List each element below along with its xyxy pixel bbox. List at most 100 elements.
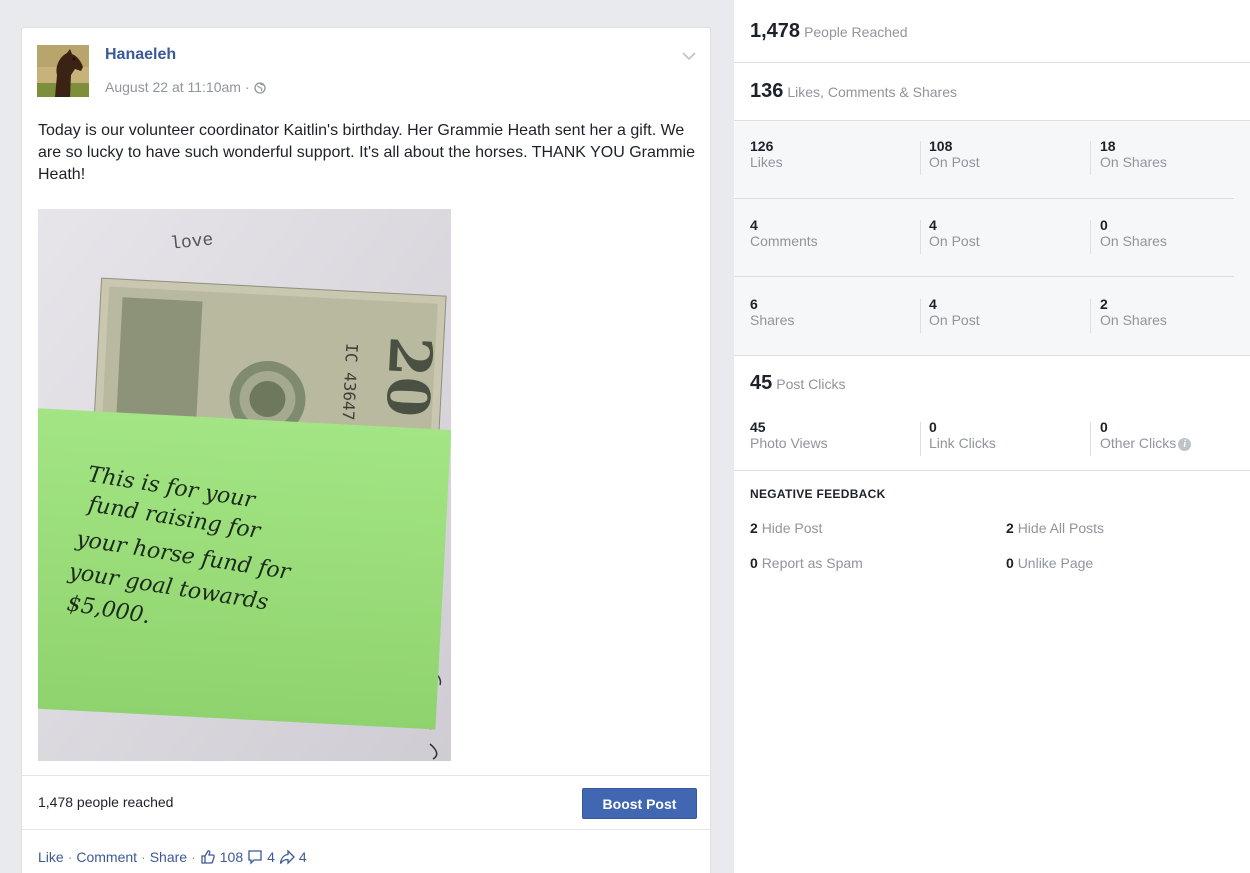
engagement-label: Likes, Comments & Shares (787, 84, 957, 100)
neg-label: Unlike Page (1017, 555, 1094, 571)
stat-number: 2 (1100, 296, 1108, 312)
stat-label: On Shares (1100, 154, 1167, 170)
column-separator (1090, 141, 1091, 175)
divider (734, 470, 1250, 471)
neg-hide-post: 2 Hide Post (750, 520, 822, 536)
neg-hide-all-posts: 2 Hide All Posts (1006, 520, 1104, 536)
stat-label: Photo Views (750, 435, 828, 451)
like-link[interactable]: Like (38, 849, 64, 865)
stat-shares-on-shares: 2 On Shares (1100, 296, 1167, 329)
neg-unlike-page: 0 Unlike Page (1006, 555, 1093, 571)
share-count[interactable]: 4 (299, 849, 307, 865)
stat-label: Other Clicks i (1100, 435, 1192, 452)
neg-number: 2 (1006, 520, 1014, 536)
info-icon[interactable]: i (1178, 437, 1192, 451)
column-separator (1090, 220, 1091, 254)
post-timestamp[interactable]: August 22 at 11:10am · (105, 79, 250, 95)
stat-likes: 126 Likes (750, 138, 783, 171)
stat-photo-views: 45 Photo Views (750, 419, 828, 452)
stat-likes-on-shares: 18 On Shares (1100, 138, 1167, 171)
stat-label: Likes (750, 154, 783, 170)
neg-label: Hide Post (761, 520, 823, 536)
stat-shares: 6 Shares (750, 296, 794, 329)
people-reached-label: People Reached (804, 24, 908, 40)
separator: · (191, 848, 196, 865)
stat-number: 4 (750, 217, 758, 233)
stat-label: On Shares (1100, 312, 1167, 328)
chevron-down-icon[interactable] (682, 48, 696, 61)
post-clicks-row: 45 Post Clicks (734, 372, 1250, 395)
column-separator (1090, 299, 1091, 333)
post-clicks-value: 45 (750, 372, 773, 394)
engagement-value: 136 (750, 80, 784, 102)
stat-number: 18 (1100, 138, 1116, 154)
comment-count[interactable]: 4 (267, 849, 275, 865)
column-separator (920, 299, 921, 333)
neg-number: 2 (750, 520, 758, 536)
post-actions: Like · Comment · Share · 108 4 4 (38, 848, 307, 865)
neg-report-spam: 0 Report as Spam (750, 555, 863, 571)
neg-label: Report as Spam (761, 555, 863, 571)
stat-number: 0 (1100, 419, 1108, 435)
column-separator (920, 141, 921, 175)
avatar[interactable] (37, 45, 89, 97)
engagement-row: 136 Likes, Comments & Shares (734, 80, 1250, 103)
engagement-breakdown: 126 Likes 108 On Post 18 On Shares 4 Com… (734, 121, 1250, 355)
post-meta: August 22 at 11:10am · (105, 79, 266, 95)
comment-icon[interactable] (247, 848, 263, 865)
share-link[interactable]: Share (150, 849, 187, 865)
stat-number: 4 (929, 296, 937, 312)
like-count[interactable]: 108 (220, 849, 243, 865)
post-card: Hanaeleh August 22 at 11:10am · Today is… (21, 27, 712, 873)
neg-number: 0 (1006, 555, 1014, 571)
comment-link[interactable]: Comment (76, 849, 137, 865)
stat-comments-on-shares: 0 On Shares (1100, 217, 1167, 250)
post-photo[interactable]: love 20 IC 43647 This is for your fund r… (38, 209, 451, 761)
post-author[interactable]: Hanaeleh (105, 46, 176, 64)
stat-label: Shares (750, 312, 795, 328)
stat-label: On Shares (1100, 233, 1167, 249)
stat-label: Link Clicks (929, 435, 996, 451)
post-clicks-label: Post Clicks (776, 376, 846, 392)
stat-number: 6 (750, 296, 758, 312)
stat-number: 0 (929, 419, 937, 435)
divider (734, 276, 1234, 277)
neg-label: Hide All Posts (1017, 520, 1105, 536)
photo-bill-denomination: 20 (373, 335, 445, 419)
column-separator (920, 422, 921, 456)
stat-number: 4 (929, 217, 937, 233)
share-icon[interactable] (279, 848, 295, 865)
stat-number: 108 (929, 138, 953, 154)
stat-likes-on-post: 108 On Post (929, 138, 980, 171)
stat-number: 45 (750, 419, 766, 435)
globe-icon[interactable] (253, 81, 266, 94)
stat-number: 0 (1100, 217, 1108, 233)
divider (734, 198, 1234, 199)
stat-comments-on-post: 4 On Post (929, 217, 980, 250)
thumbs-up-icon[interactable] (200, 848, 216, 865)
people-reached-value: 1,478 (750, 20, 801, 42)
stat-label: On Post (929, 154, 980, 170)
stat-number: 126 (750, 138, 774, 154)
post-reach-text: 1,478 people reached (38, 794, 174, 810)
insights-panel: 1,478 People Reached 136 Likes, Comments &… (734, 0, 1250, 873)
divider (22, 775, 712, 776)
separator: · (141, 848, 146, 865)
stat-comments: 4 Comments (750, 217, 818, 250)
divider (22, 829, 712, 830)
other-clicks-label: Other Clicks (1100, 435, 1177, 451)
negative-feedback-title: NEGATIVE FEEDBACK (750, 487, 886, 501)
divider (734, 355, 1250, 356)
stat-link-clicks: 0 Link Clicks (929, 419, 996, 452)
stat-shares-on-post: 4 On Post (929, 296, 980, 329)
boost-post-button[interactable]: Boost Post (582, 788, 697, 819)
photo-bill-serial: IC 43647 (338, 343, 361, 421)
stat-label: On Post (929, 233, 980, 249)
stat-label: Comments (750, 233, 818, 249)
divider (734, 62, 1250, 63)
stat-other-clicks: 0 Other Clicks i (1100, 419, 1192, 452)
neg-number: 0 (750, 555, 758, 571)
people-reached-row: 1,478 People Reached (734, 20, 1250, 43)
stat-label: On Post (929, 312, 980, 328)
column-separator (920, 220, 921, 254)
